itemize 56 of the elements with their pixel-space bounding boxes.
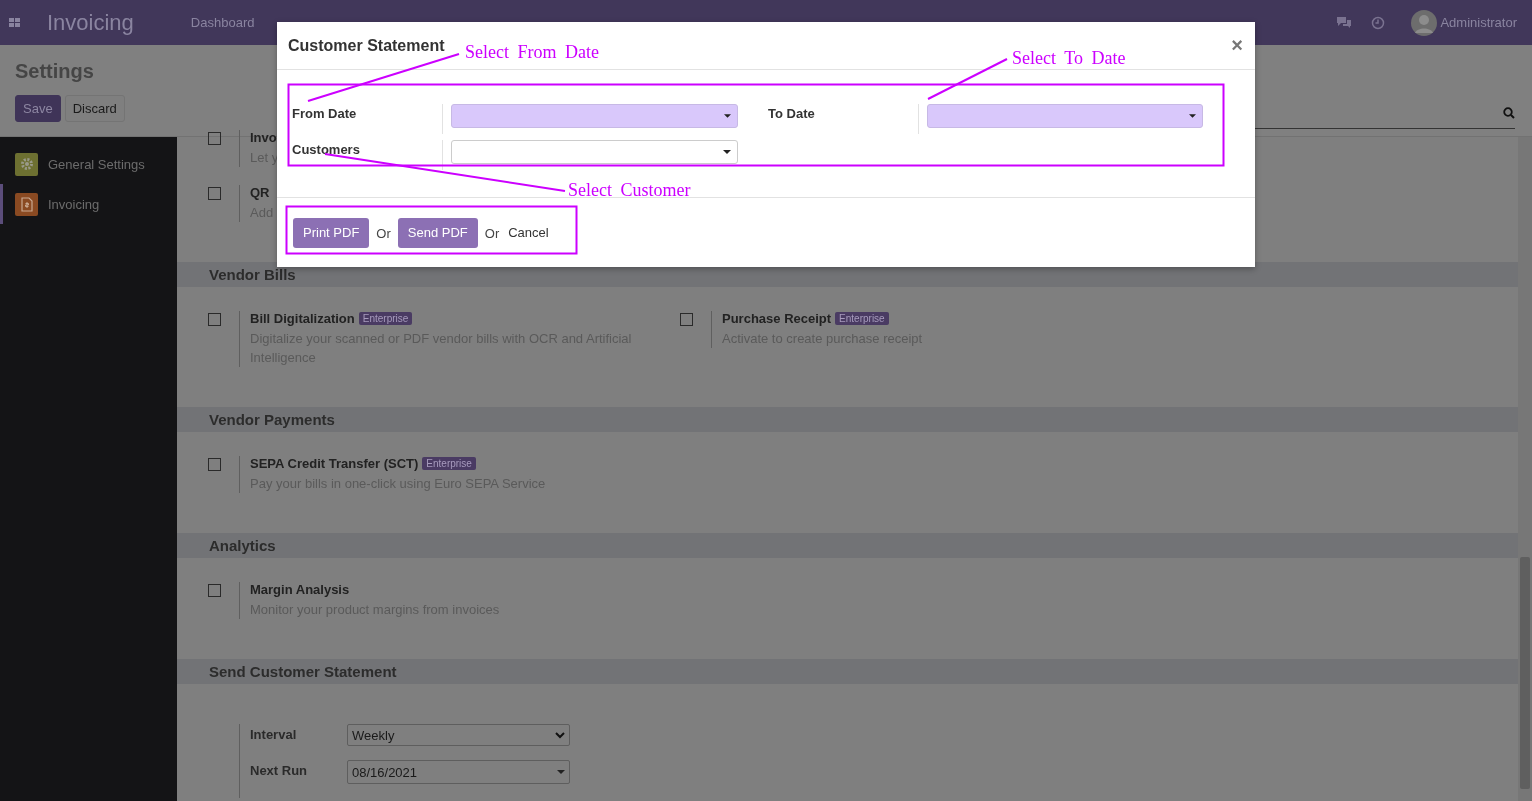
setting-title: Invo <box>250 130 277 145</box>
checkbox[interactable] <box>208 313 221 326</box>
apps-menu-icon[interactable] <box>9 17 21 28</box>
sidebar-item[interactable]: General Settings <box>0 144 177 184</box>
menu-item[interactable]: Dashboard <box>190 15 255 30</box>
app-title: Invoicing <box>47 9 134 36</box>
chevron-icon <box>555 731 565 739</box>
setting-title: QR <box>250 185 270 200</box>
dialog-title: Customer Statement <box>288 36 445 55</box>
avatar-icon[interactable] <box>1411 9 1438 36</box>
section-header: Send Customer Statement <box>177 659 1518 684</box>
date-field[interactable] <box>927 104 1203 128</box>
scrollbar[interactable] <box>1518 137 1532 801</box>
search-icon[interactable] <box>1503 107 1515 119</box>
checkbox[interactable] <box>208 187 221 200</box>
sidebar-item[interactable]: Invoicing <box>0 184 177 224</box>
field-label: To Date <box>768 105 816 121</box>
caret-icon <box>723 150 731 154</box>
checkbox[interactable] <box>680 313 693 326</box>
enterprise-badge: Enterprise <box>835 312 889 325</box>
caret-icon <box>1189 114 1196 118</box>
pdf-button[interactable]: Send PDF <box>397 217 478 248</box>
field-label: From Date <box>292 105 358 121</box>
caret-icon <box>724 114 731 118</box>
chat-icon[interactable] <box>1336 16 1353 29</box>
interval-select[interactable]: Weekly <box>347 724 570 746</box>
date-field[interactable]: 08/16/2021 <box>347 760 570 784</box>
field-label: Next Run <box>250 762 309 778</box>
page-title: Settings <box>15 60 95 83</box>
annotation-label: Select From Date <box>465 42 599 63</box>
discard-button[interactable]: Discard <box>64 95 125 122</box>
or-text: Or <box>484 226 500 241</box>
setting-title: Bill Digitalization <box>250 311 355 326</box>
checkbox[interactable] <box>208 132 221 145</box>
checkbox[interactable] <box>208 584 221 597</box>
clock-icon[interactable] <box>1371 15 1386 30</box>
setting-title: SEPA Credit Transfer (SCT) <box>250 456 419 471</box>
setting-title: Purchase Receipt <box>722 311 832 326</box>
cancel-button[interactable]: Cancel <box>506 225 557 240</box>
save-button[interactable]: Save <box>15 95 61 122</box>
date-field[interactable] <box>451 104 738 128</box>
enterprise-badge: Enterprise <box>358 312 413 325</box>
setting-title: Margin Analysis <box>250 582 350 597</box>
enterprise-badge: Enterprise <box>422 457 476 470</box>
annotation-label: Select To Date <box>1012 48 1126 69</box>
or-text: Or <box>376 226 391 241</box>
section-header: Analytics <box>177 533 1518 558</box>
pdf-button[interactable]: Print PDF <box>293 217 370 248</box>
caret-icon <box>557 770 565 774</box>
field-label: Customers <box>292 141 361 157</box>
section-header: Vendor Payments <box>177 407 1518 432</box>
user-name[interactable]: Administrator <box>1440 15 1517 30</box>
close-button[interactable]: × <box>1231 34 1243 57</box>
annotation-label: Select Customer <box>568 180 691 201</box>
field-label: Interval <box>250 726 298 742</box>
checkbox[interactable] <box>208 458 221 471</box>
